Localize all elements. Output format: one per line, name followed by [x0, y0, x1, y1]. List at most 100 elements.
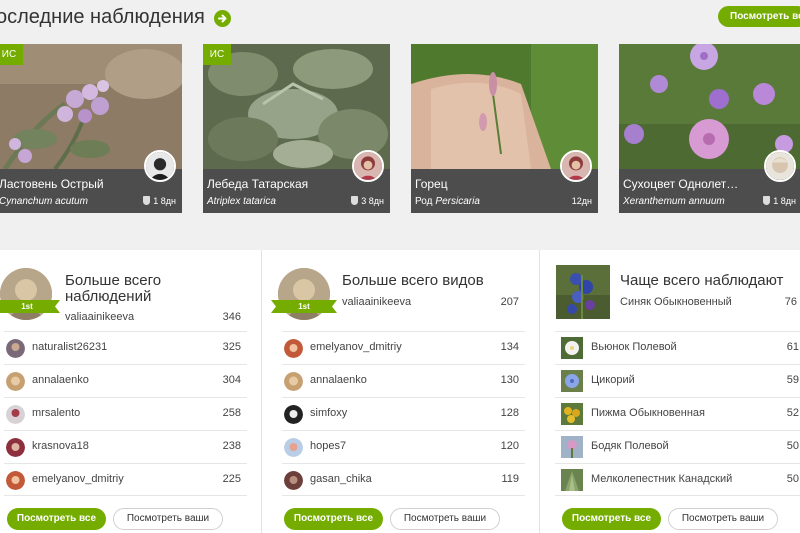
user-avatar: [6, 339, 25, 358]
user-avatar: [284, 405, 303, 424]
list-item[interactable]: emelyanov_dmitriy 134: [282, 331, 525, 364]
species-name: Мелколепестник Канадский: [591, 473, 733, 485]
observation-age: 8дн: [160, 196, 176, 206]
observation-meta: 1 8дн: [763, 196, 796, 206]
list-item[interactable]: Пижма Обыкновенная 52: [555, 397, 800, 430]
list-item[interactable]: naturalist26231 325: [4, 331, 247, 364]
observation-scientific-name-text: Persicaria: [435, 196, 480, 207]
list-item[interactable]: annalaenko 304: [4, 364, 247, 397]
species-thumbnail: [561, 436, 583, 458]
observation-scientific-name: Xeranthemum annuum: [623, 196, 725, 207]
identification-count: 1: [153, 196, 159, 206]
panel-title: Больше всего видов: [342, 272, 484, 289]
panel-title: Чаще всего наблюдают: [620, 272, 784, 289]
view-all-observations-button[interactable]: Посмотреть все: [718, 6, 800, 27]
panel-divider: [261, 250, 262, 533]
count: 258: [222, 407, 241, 419]
user-avatar: [6, 471, 25, 490]
count: 238: [222, 440, 241, 452]
leader-species-photo[interactable]: [556, 265, 610, 319]
observation-common-name[interactable]: Лебеда Татарская: [207, 177, 308, 191]
view-yours-button[interactable]: Посмотреть ваши: [113, 508, 223, 530]
view-all-button[interactable]: Посмотреть все: [7, 508, 106, 530]
view-all-button[interactable]: Посмотреть все: [562, 508, 661, 530]
count: 50: [786, 473, 799, 485]
count: 128: [500, 407, 519, 419]
username: simfoxy: [310, 407, 348, 419]
observer-avatar[interactable]: [560, 150, 592, 182]
user-avatar: [6, 438, 25, 457]
observation-scientific-name-text: Xeranthemum annuum: [623, 196, 725, 207]
list-item[interactable]: Мелколепестник Канадский 50: [555, 463, 800, 496]
list-item[interactable]: gasan_chika 119: [282, 463, 525, 496]
species-thumbnail: [561, 337, 583, 359]
view-all-button[interactable]: Посмотреть все: [284, 508, 383, 530]
list-item[interactable]: krasnova18 238: [4, 430, 247, 463]
observation-scientific-name-text: Atriplex tatarica: [207, 196, 276, 207]
shield-icon: [143, 196, 151, 205]
species-thumbnail: [561, 370, 583, 392]
count: 304: [222, 374, 241, 386]
count: 61: [786, 341, 799, 353]
count: 59: [786, 374, 799, 386]
leader-count: 76: [784, 296, 797, 308]
leader-username[interactable]: valiaainikeeva: [65, 311, 134, 323]
count: 52: [786, 407, 799, 419]
shield-icon: [763, 196, 771, 205]
section-title[interactable]: оследние наблюдения: [0, 6, 205, 29]
observation-age: 8дн: [368, 196, 384, 206]
list-item[interactable]: Цикорий 59: [555, 364, 800, 397]
first-place-ribbon: 1st: [271, 300, 337, 313]
observer-avatar[interactable]: [352, 150, 384, 182]
identification-count: 3: [361, 196, 367, 206]
username: emelyanov_dmitriy: [310, 341, 402, 353]
species-name: Цикорий: [591, 374, 635, 386]
observation-card[interactable]: ИС Ластовень Острый Cynanchum acutum 1 8…: [0, 44, 182, 213]
list-item[interactable]: annalaenko 130: [282, 364, 525, 397]
observation-common-name[interactable]: Ластовень Острый: [0, 177, 104, 191]
observation-card[interactable]: Сухоцвет Однолет… Xeranthemum annuum 1 8…: [619, 44, 800, 213]
username: krasnova18: [32, 440, 89, 452]
count: 120: [500, 440, 519, 452]
list-item[interactable]: simfoxy 128: [282, 397, 525, 430]
username: annalaenko: [32, 374, 89, 386]
user-avatar: [6, 405, 25, 424]
username: hopes7: [310, 440, 347, 452]
leader-species-name[interactable]: Синяк Обыкновенный: [620, 296, 732, 308]
leader-username[interactable]: valiaainikeeva: [342, 296, 411, 308]
species-thumbnail: [561, 469, 583, 491]
research-grade-badge: ИС: [203, 44, 231, 65]
user-avatar: [284, 438, 303, 457]
first-place-ribbon: 1st: [0, 300, 60, 313]
list-item[interactable]: Вьюнок Полевой 61: [555, 331, 800, 364]
species-name: Бодяк Полевой: [591, 440, 669, 452]
user-avatar: [284, 339, 303, 358]
list-item[interactable]: mrsalento 258: [4, 397, 247, 430]
count: 134: [500, 341, 519, 353]
species-name: Вьюнок Полевой: [591, 341, 677, 353]
research-grade-badge: ИС: [0, 44, 23, 65]
list-item[interactable]: Бодяк Полевой 50: [555, 430, 800, 463]
observation-card[interactable]: Горец Род Persicaria 12дн: [411, 44, 598, 213]
observer-avatar[interactable]: [764, 150, 796, 182]
count: 119: [501, 473, 519, 485]
observation-common-name[interactable]: Сухоцвет Однолет…: [623, 177, 738, 191]
arrow-right-icon[interactable]: [214, 10, 231, 27]
list-item[interactable]: hopes7 120: [282, 430, 525, 463]
observation-scientific-name: Род Persicaria: [415, 196, 480, 207]
observation-scientific-name-text: Cynanchum acutum: [0, 196, 88, 207]
user-avatar: [6, 372, 25, 391]
observation-common-name[interactable]: Горец: [415, 177, 448, 191]
view-yours-button[interactable]: Посмотреть ваши: [668, 508, 778, 530]
count: 50: [786, 440, 799, 452]
observer-avatar[interactable]: [144, 150, 176, 182]
observation-card[interactable]: ИС Лебеда Татарская Atriplex tatarica 3 …: [203, 44, 390, 213]
count: 130: [500, 374, 519, 386]
first-place-ribbon-text: 1st: [21, 302, 33, 311]
view-yours-button[interactable]: Посмотреть ваши: [390, 508, 500, 530]
list-item[interactable]: emelyanov_dmitriy 225: [4, 463, 247, 496]
observation-meta: 3 8дн: [351, 196, 384, 206]
species-thumbnail: [561, 403, 583, 425]
observation-meta: 12дн: [572, 196, 592, 206]
user-avatar: [284, 372, 303, 391]
